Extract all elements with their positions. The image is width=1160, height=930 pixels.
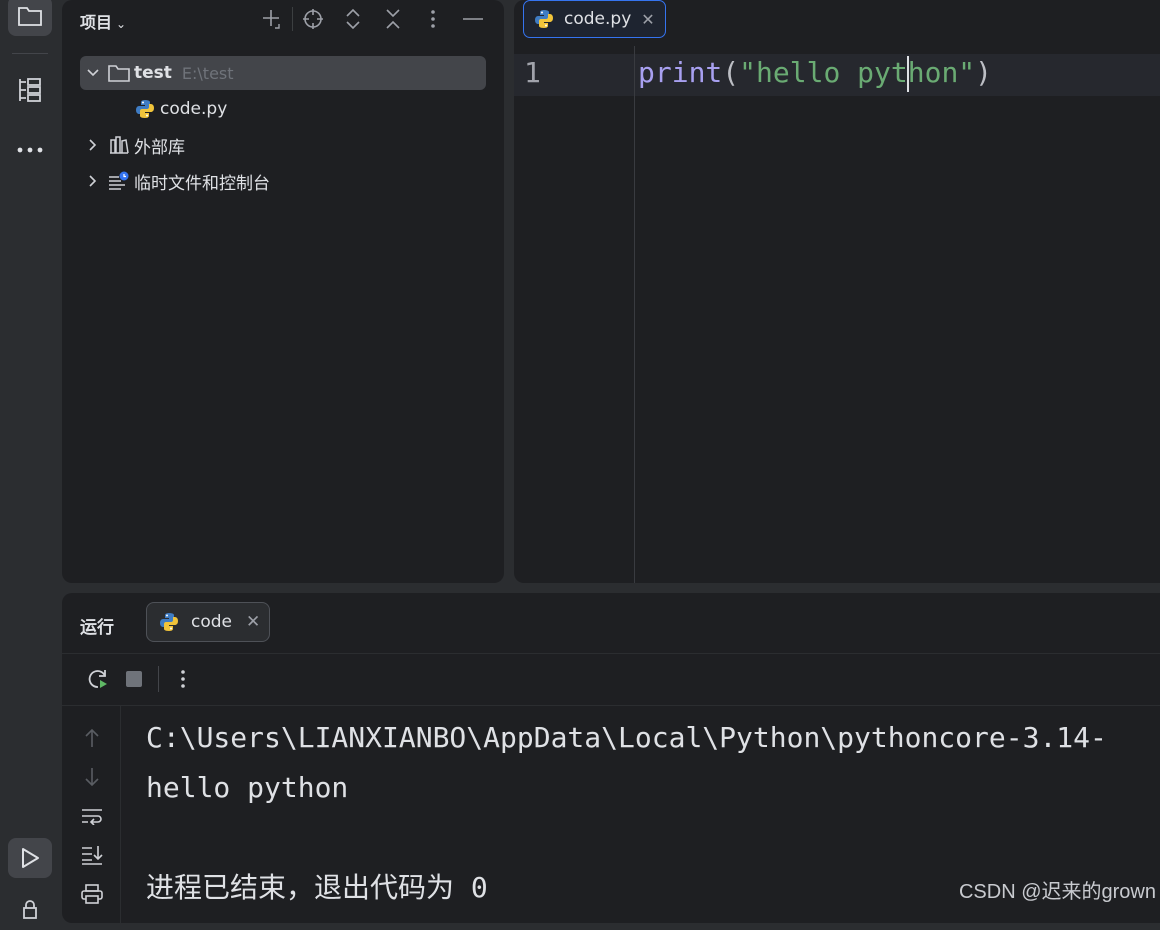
add-icon — [263, 10, 280, 29]
run-tab-code[interactable]: code ✕ — [146, 602, 270, 642]
stripe-separator — [12, 53, 48, 54]
expand-all-icon — [346, 8, 360, 30]
locate-icon — [303, 9, 323, 29]
console-line: C:\Users\LIANXIANBO\AppData\Local\Python… — [146, 721, 1107, 754]
python-file-icon — [132, 99, 158, 119]
more-options-button[interactable] — [165, 669, 201, 689]
tree-item-label: test — [134, 63, 172, 83]
tree-item-external-libraries[interactable]: 外部库 — [80, 128, 486, 162]
run-panel: 运行 code ✕ C:\Users\LIANXIANBO\AppData\Lo… — [62, 593, 1160, 923]
run-tab-label: code — [191, 612, 232, 632]
editor-tab-label: code.py — [564, 9, 632, 29]
console-line: hello python — [146, 771, 349, 804]
chevron-down-icon: ⌄ — [116, 17, 127, 31]
run-toolbar-divider — [62, 705, 1160, 706]
folder-icon — [18, 7, 42, 26]
console-gutter-separator — [120, 706, 121, 923]
tree-item-label: code.py — [160, 99, 228, 119]
tree-item-scratches[interactable]: 临时文件和控制台 — [80, 164, 486, 198]
line-number: 1 — [524, 56, 541, 89]
more-vertical-icon — [431, 10, 435, 28]
editor-tab-code-py[interactable]: code.py ✕ — [523, 0, 666, 38]
rerun-icon — [88, 670, 107, 688]
run-icon — [22, 848, 39, 868]
project-title-dropdown[interactable]: 项目 ⌄ — [80, 9, 126, 33]
more-horizontal-icon — [17, 147, 43, 153]
project-panel-header: 项目 ⌄ — [62, 0, 504, 38]
code-function: print — [638, 56, 723, 89]
close-icon[interactable]: ✕ — [641, 10, 654, 29]
code-string: "hello python" — [739, 56, 975, 92]
more-vertical-icon — [181, 670, 185, 688]
python-file-icon — [524, 9, 564, 29]
code-close-paren: ) — [975, 56, 993, 89]
hide-panel-button[interactable] — [453, 17, 493, 21]
folder-icon — [106, 64, 132, 82]
collapse-all-button[interactable] — [373, 8, 413, 30]
chevron-right-icon[interactable] — [80, 138, 106, 152]
locate-file-button[interactable] — [293, 8, 333, 30]
collapse-all-icon — [386, 9, 400, 29]
scratches-icon — [106, 171, 132, 191]
minimize-icon — [463, 18, 483, 20]
project-title: 项目 — [80, 13, 113, 32]
tree-item-test[interactable]: test E:\test — [80, 56, 486, 90]
watermark: CSDN @迟来的grown — [958, 881, 1156, 903]
close-icon[interactable]: ✕ — [246, 612, 260, 632]
services-tool-button[interactable] — [8, 890, 52, 930]
code-open-paren: ( — [722, 56, 740, 89]
gutter-separator — [634, 46, 635, 583]
run-tool-button[interactable] — [8, 838, 52, 878]
text-caret — [906, 56, 909, 92]
console-side-toolbar — [76, 718, 108, 913]
run-panel-title: 运行 — [80, 618, 114, 638]
toolbar-separator — [158, 666, 159, 692]
lock-icon — [23, 900, 37, 919]
rerun-button[interactable] — [80, 667, 116, 691]
run-toolbar — [80, 665, 201, 693]
tree-item-label: 外部库 — [134, 137, 185, 158]
chevron-down-icon[interactable] — [80, 68, 106, 78]
library-icon — [106, 136, 132, 154]
project-panel: 项目 ⌄ test E:\test code.py 外部库 临时文件和控制台 — [62, 0, 504, 583]
stop-icon — [126, 671, 142, 687]
up-arrow-icon[interactable] — [76, 718, 108, 757]
structure-icon — [19, 78, 41, 102]
project-toolbar — [252, 7, 493, 31]
stop-button[interactable] — [116, 670, 152, 688]
python-file-icon — [147, 612, 191, 632]
soft-wrap-icon[interactable] — [76, 796, 108, 835]
options-button[interactable] — [413, 9, 453, 29]
down-arrow-icon[interactable] — [76, 757, 108, 796]
expand-all-button[interactable] — [333, 8, 373, 30]
structure-tool-button[interactable] — [8, 70, 52, 110]
tree-item-code-py[interactable]: code.py — [132, 92, 486, 126]
run-panel-header: 运行 code ✕ — [62, 593, 1160, 654]
print-icon[interactable] — [76, 874, 108, 913]
tool-window-stripe — [0, 0, 60, 919]
tree-item-label: 临时文件和控制台 — [134, 173, 270, 194]
project-tool-button[interactable] — [8, 0, 52, 36]
tree-item-path: E:\test — [181, 63, 234, 83]
scroll-to-end-icon[interactable] — [76, 835, 108, 874]
new-element-button[interactable] — [252, 8, 292, 30]
more-tools-button[interactable] — [8, 130, 52, 170]
editor-panel: code.py ✕ 1 print("hello python") — [514, 0, 1160, 583]
chevron-right-icon[interactable] — [80, 174, 106, 188]
code-line[interactable]: print("hello python") — [638, 56, 992, 92]
